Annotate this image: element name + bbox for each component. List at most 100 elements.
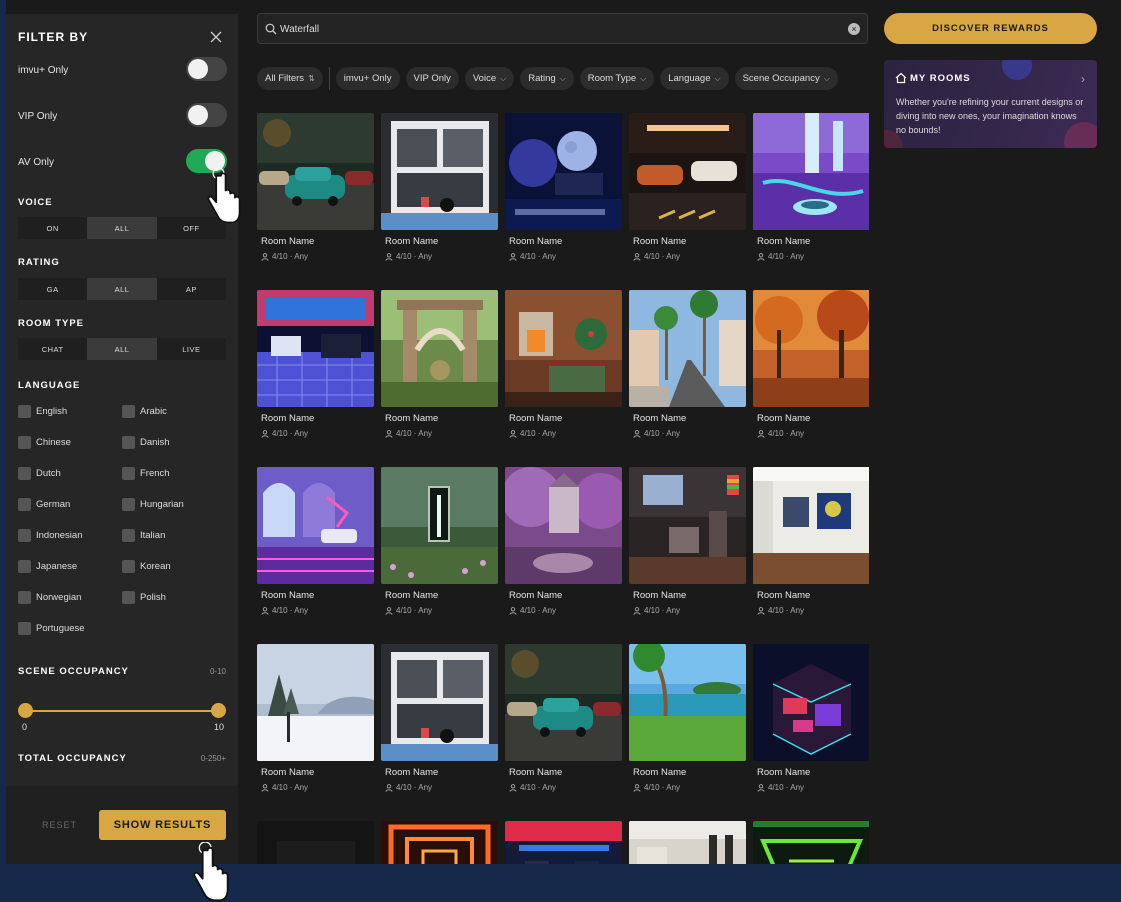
room-thumbnail[interactable]: [381, 644, 498, 761]
rating-option-ap[interactable]: AP: [157, 278, 226, 300]
room-thumbnail[interactable]: [753, 467, 869, 584]
room-thumbnail[interactable]: [629, 290, 746, 407]
room-thumbnail[interactable]: [629, 821, 746, 864]
room-thumbnail[interactable]: [753, 644, 869, 761]
room-card[interactable]: Room Name 4/10 · Any: [753, 467, 869, 615]
close-icon[interactable]: [208, 29, 224, 45]
room-card[interactable]: Room Name 4/10 · Any: [629, 113, 746, 261]
room-card[interactable]: [381, 821, 498, 864]
language-option-portuguese[interactable]: Portuguese: [18, 622, 85, 635]
voice-option-all[interactable]: ALL: [87, 217, 157, 239]
room-card[interactable]: Room Name 4/10 · Any: [257, 113, 374, 261]
room-thumbnail[interactable]: [505, 644, 622, 761]
checkbox[interactable]: [122, 436, 135, 449]
language-option-chinese[interactable]: Chinese: [18, 436, 71, 449]
room-card[interactable]: [629, 821, 746, 864]
room-card[interactable]: [753, 821, 869, 864]
language-option-german[interactable]: German: [18, 498, 70, 511]
chip-language[interactable]: Language ⌵: [660, 67, 729, 90]
room-thumbnail[interactable]: [381, 821, 498, 864]
room-type-option-live[interactable]: LIVE: [157, 338, 226, 360]
voice-option-on[interactable]: ON: [18, 217, 87, 239]
room-thumbnail[interactable]: [505, 467, 622, 584]
rating-option-all[interactable]: ALL: [87, 278, 157, 300]
chip-scene-occupancy[interactable]: Scene Occupancy ⌵: [734, 67, 838, 90]
checkbox[interactable]: [122, 591, 135, 604]
language-option-japanese[interactable]: Japanese: [18, 560, 77, 573]
scene-occupancy-max-handle[interactable]: [211, 703, 226, 718]
checkbox[interactable]: [18, 467, 31, 480]
clear-search-icon[interactable]: ×: [848, 23, 860, 35]
language-option-korean[interactable]: Korean: [122, 560, 171, 573]
room-card[interactable]: Room Name 4/10 · Any: [381, 467, 498, 615]
chip-vip-only[interactable]: VIP Only: [405, 67, 459, 90]
search-input[interactable]: [280, 20, 840, 38]
chip-imvu-only[interactable]: imvu+ Only: [335, 67, 400, 90]
scene-occupancy-min-handle[interactable]: [18, 703, 33, 718]
chip-voice[interactable]: Voice ⌵: [464, 67, 515, 90]
room-card[interactable]: [257, 821, 374, 864]
chevron-right-icon[interactable]: ›: [1081, 72, 1085, 86]
room-thumbnail[interactable]: [505, 821, 622, 864]
reset-button[interactable]: RESET: [42, 820, 77, 830]
language-option-indonesian[interactable]: Indonesian: [18, 529, 82, 542]
language-option-french[interactable]: French: [122, 467, 170, 480]
room-card[interactable]: [505, 821, 622, 864]
room-thumbnail[interactable]: [381, 290, 498, 407]
checkbox[interactable]: [18, 560, 31, 573]
room-card[interactable]: Room Name 4/10 · Any: [629, 467, 746, 615]
room-thumbnail[interactable]: [505, 113, 622, 230]
language-option-arabic[interactable]: Arabic: [122, 405, 167, 418]
room-thumbnail[interactable]: [629, 467, 746, 584]
room-card[interactable]: Room Name 4/10 · Any: [753, 113, 869, 261]
room-card[interactable]: Room Name 4/10 · Any: [381, 113, 498, 261]
checkbox[interactable]: [18, 436, 31, 449]
room-thumbnail[interactable]: [629, 113, 746, 230]
checkbox[interactable]: [122, 467, 135, 480]
language-option-dutch[interactable]: Dutch: [18, 467, 61, 480]
room-card[interactable]: Room Name 4/10 · Any: [753, 290, 869, 438]
checkbox[interactable]: [122, 405, 135, 418]
room-thumbnail[interactable]: [753, 821, 869, 864]
language-option-italian[interactable]: Italian: [122, 529, 165, 542]
rating-option-ga[interactable]: GA: [18, 278, 87, 300]
checkbox[interactable]: [18, 529, 31, 542]
language-option-danish[interactable]: Danish: [122, 436, 170, 449]
show-results-button[interactable]: SHOW RESULTS: [99, 810, 226, 840]
room-card[interactable]: Room Name 4/10 · Any: [257, 290, 374, 438]
language-option-english[interactable]: English: [18, 405, 67, 418]
language-option-hungarian[interactable]: Hungarian: [122, 498, 184, 511]
room-card[interactable]: Room Name 4/10 · Any: [505, 113, 622, 261]
checkbox[interactable]: [122, 560, 135, 573]
room-card[interactable]: Room Name 4/10 · Any: [381, 644, 498, 792]
language-option-norwegian[interactable]: Norwegian: [18, 591, 81, 604]
chip-all-filters[interactable]: All Filters ⇅: [257, 67, 323, 90]
room-thumbnail[interactable]: [257, 821, 374, 864]
room-card[interactable]: Room Name 4/10 · Any: [629, 290, 746, 438]
vip-only-toggle[interactable]: [186, 103, 227, 127]
chip-rating[interactable]: Rating ⌵: [520, 67, 574, 90]
room-thumbnail[interactable]: [753, 113, 869, 230]
room-thumbnail[interactable]: [629, 644, 746, 761]
room-thumbnail[interactable]: [753, 290, 869, 407]
room-card[interactable]: Room Name 4/10 · Any: [753, 644, 869, 792]
room-thumbnail[interactable]: [257, 644, 374, 761]
room-thumbnail[interactable]: [381, 113, 498, 230]
room-thumbnail[interactable]: [257, 113, 374, 230]
room-thumbnail[interactable]: [505, 290, 622, 407]
room-thumbnail[interactable]: [257, 467, 374, 584]
room-card[interactable]: Room Name 4/10 · Any: [505, 467, 622, 615]
checkbox[interactable]: [18, 591, 31, 604]
checkbox[interactable]: [18, 405, 31, 418]
room-card[interactable]: Room Name 4/10 · Any: [257, 467, 374, 615]
checkbox[interactable]: [18, 498, 31, 511]
language-option-polish[interactable]: Polish: [122, 591, 166, 604]
room-card[interactable]: Room Name 4/10 · Any: [381, 290, 498, 438]
chip-room-type[interactable]: Room Type ⌵: [579, 67, 655, 90]
room-card[interactable]: Room Name 4/10 · Any: [629, 644, 746, 792]
checkbox[interactable]: [122, 529, 135, 542]
my-rooms-card[interactable]: MY ROOMS › Whether you're refining your …: [884, 60, 1097, 148]
room-thumbnail[interactable]: [381, 467, 498, 584]
room-card[interactable]: Room Name 4/10 · Any: [257, 644, 374, 792]
checkbox[interactable]: [122, 498, 135, 511]
